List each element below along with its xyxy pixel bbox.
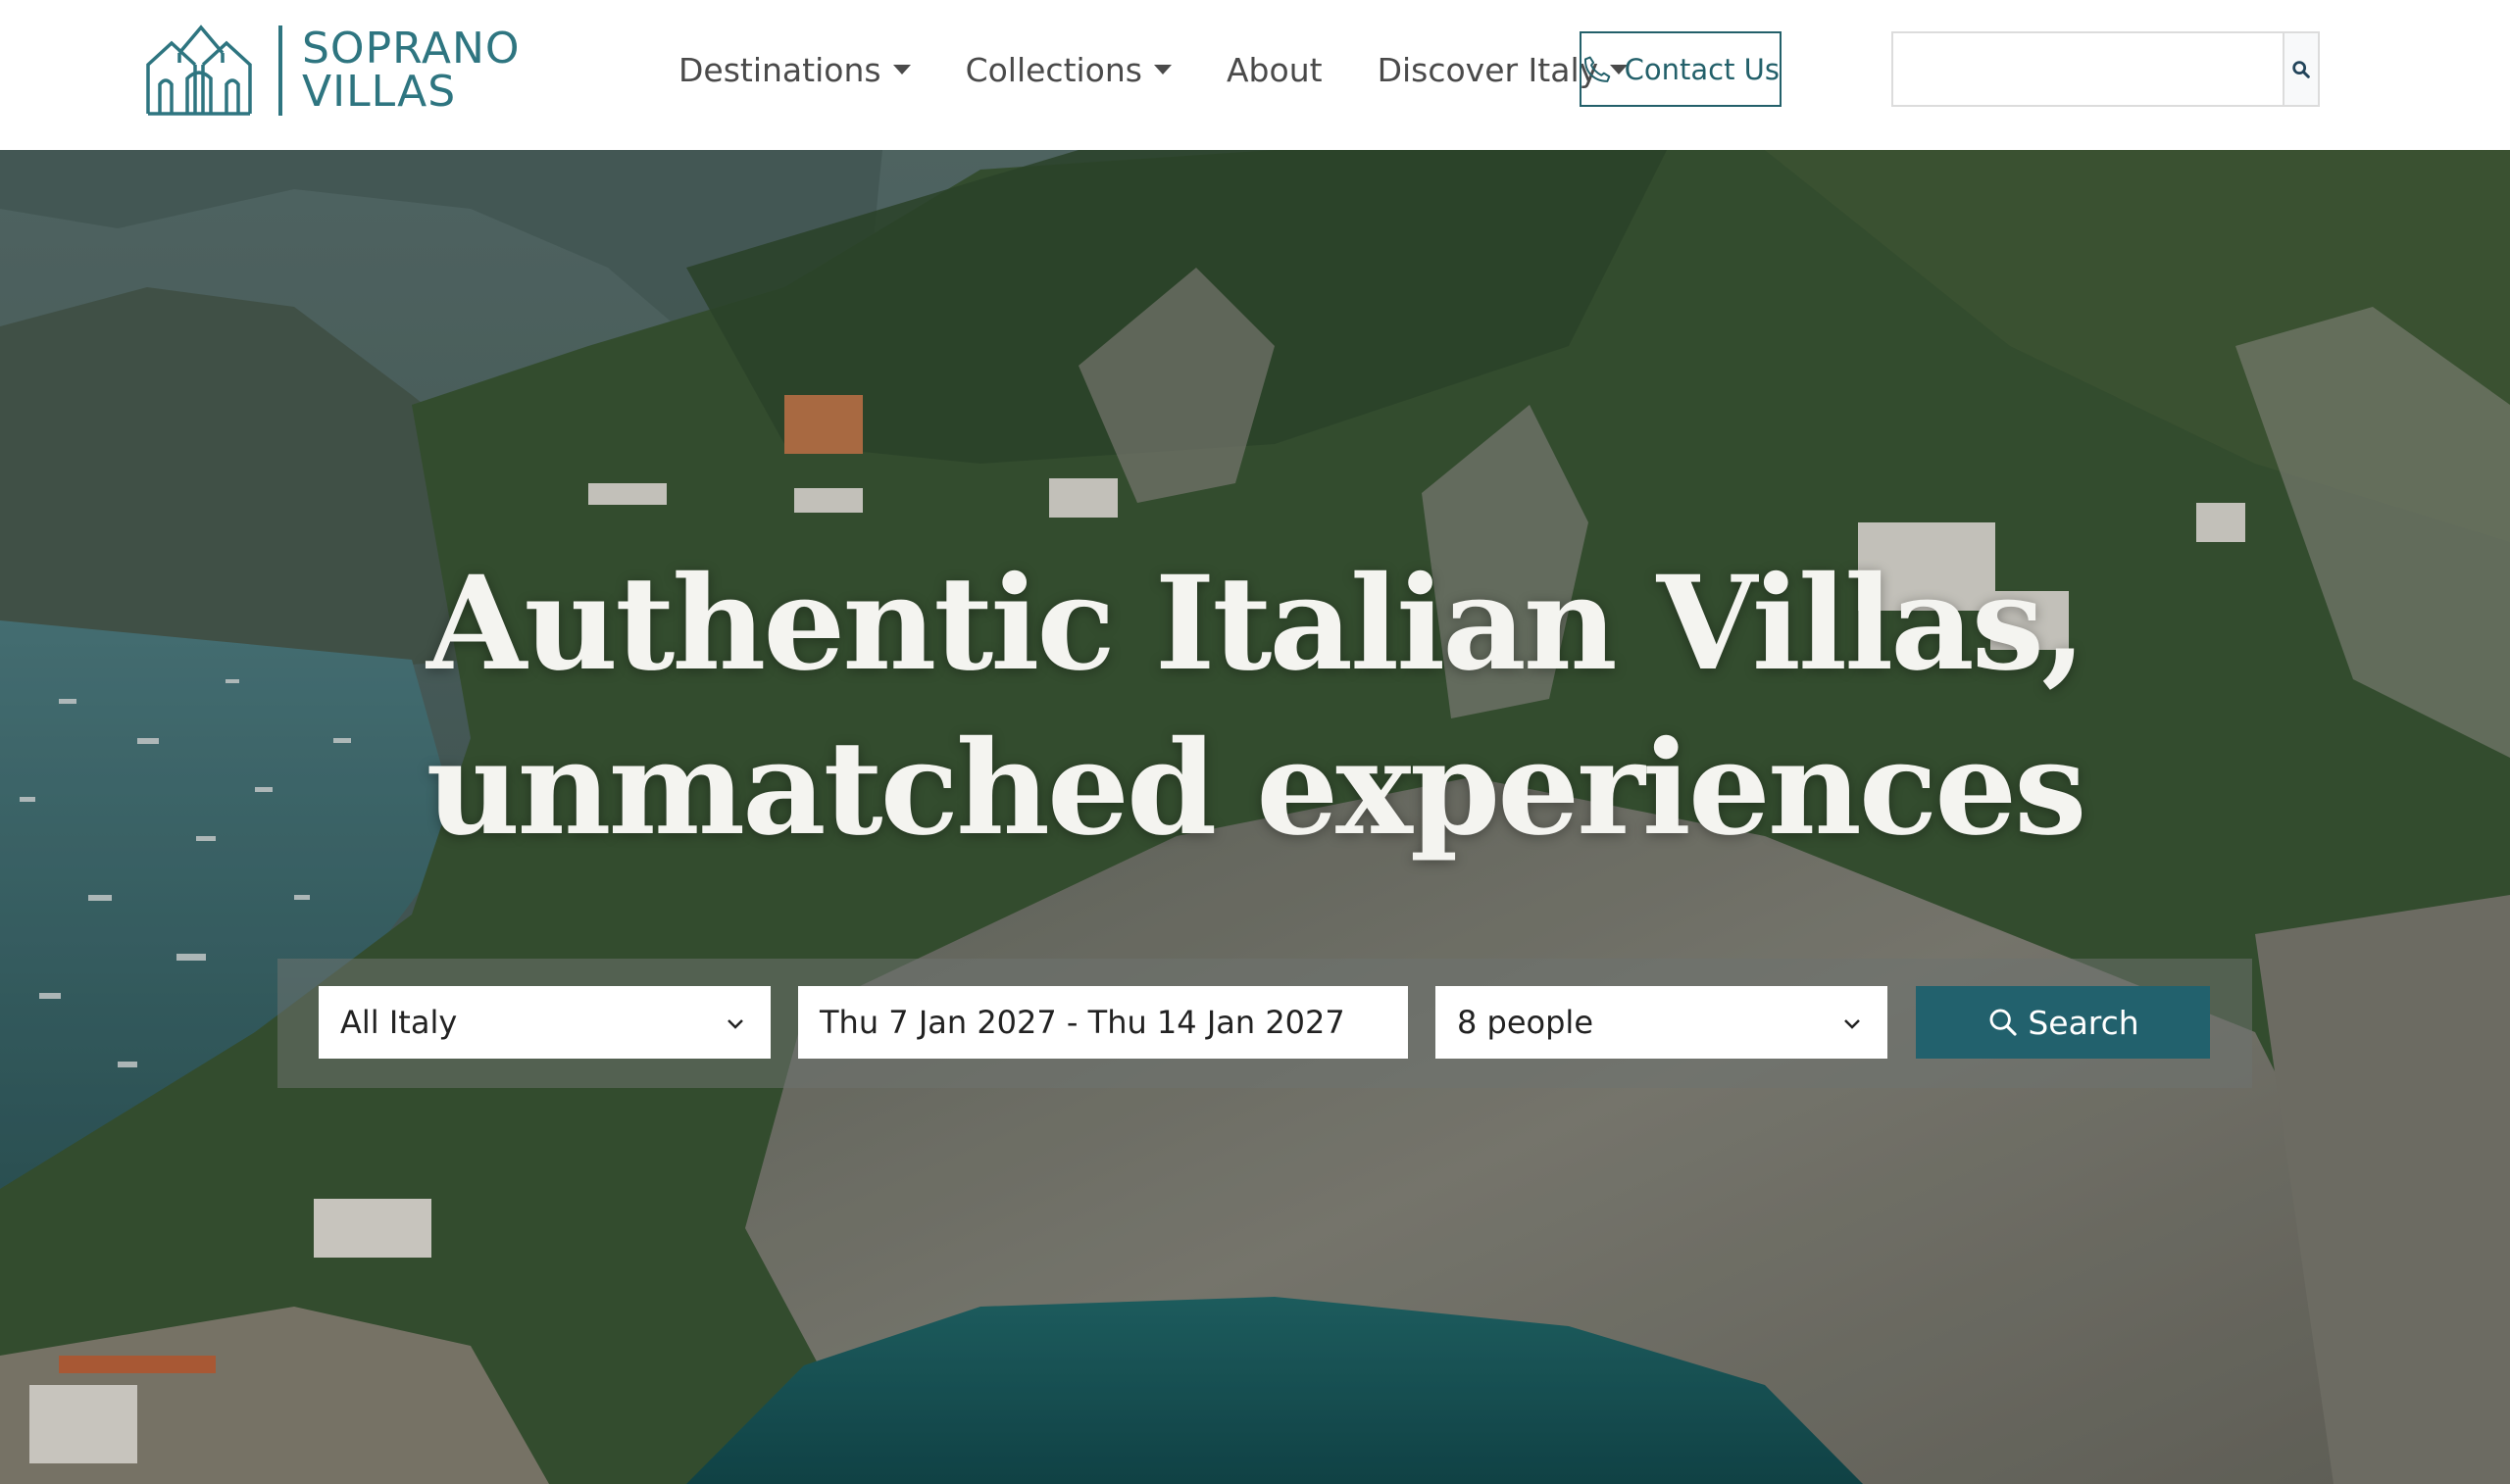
hero-section: Authentic Italian Villas, unmatched expe… (0, 150, 2510, 1484)
logo-wordmark: SOPRANO VILLAS (302, 27, 521, 114)
chevron-down-icon (1844, 1019, 1860, 1029)
chevron-down-icon (728, 1019, 743, 1029)
contact-us-label: Contact Us (1624, 52, 1780, 86)
nav-label: Discover Italy (1377, 50, 1599, 89)
nav-label: Collections (965, 50, 1142, 89)
search-icon (2292, 60, 2310, 78)
location-select[interactable]: All Italy (319, 986, 771, 1059)
nav-label: About (1226, 50, 1323, 89)
villa-logo-icon (146, 25, 252, 116)
date-range-value: Thu 7 Jan 2027 - Thu 14 Jan 2027 (820, 1004, 1345, 1041)
nav-about[interactable]: About (1227, 51, 1323, 89)
hero-title-line-1: Authentic Italian Villas, (426, 548, 2086, 700)
phone-icon (1583, 56, 1611, 82)
main-nav: Destinations Collections About Discover … (678, 39, 1682, 100)
nav-destinations[interactable]: Destinations (678, 51, 911, 89)
guests-select[interactable]: 8 people (1435, 986, 1887, 1059)
guests-value: 8 people (1457, 1004, 1593, 1041)
nav-collections[interactable]: Collections (966, 51, 1172, 89)
hero-title-line-2: unmatched experiences (426, 713, 2087, 865)
search-button-label: Search (2028, 1003, 2139, 1042)
site-header: SOPRANO VILLAS Destinations Collections … (0, 0, 2510, 150)
location-value: All Italy (340, 1004, 458, 1041)
search-icon (1989, 1009, 2017, 1036)
nav-label: Destinations (678, 50, 881, 89)
logo-line-1: SOPRANO (302, 24, 521, 74)
logo-line-2: VILLAS (302, 67, 457, 117)
caret-down-icon (1153, 65, 1172, 74)
date-range-field[interactable]: Thu 7 Jan 2027 - Thu 14 Jan 2027 (798, 986, 1408, 1059)
contact-us-button[interactable]: Contact Us (1580, 31, 1782, 107)
header-search-button[interactable] (2283, 33, 2318, 105)
villa-search-form: All Italy Thu 7 Jan 2027 - Thu 14 Jan 20… (277, 959, 2252, 1088)
hero-title: Authentic Italian Villas, unmatched expe… (0, 542, 2510, 871)
logo[interactable]: SOPRANO VILLAS (144, 24, 521, 118)
logo-divider (278, 25, 282, 116)
caret-down-icon (892, 65, 911, 74)
search-button[interactable]: Search (1916, 986, 2210, 1059)
header-search-input[interactable] (1893, 33, 2283, 105)
header-search (1891, 31, 2320, 107)
